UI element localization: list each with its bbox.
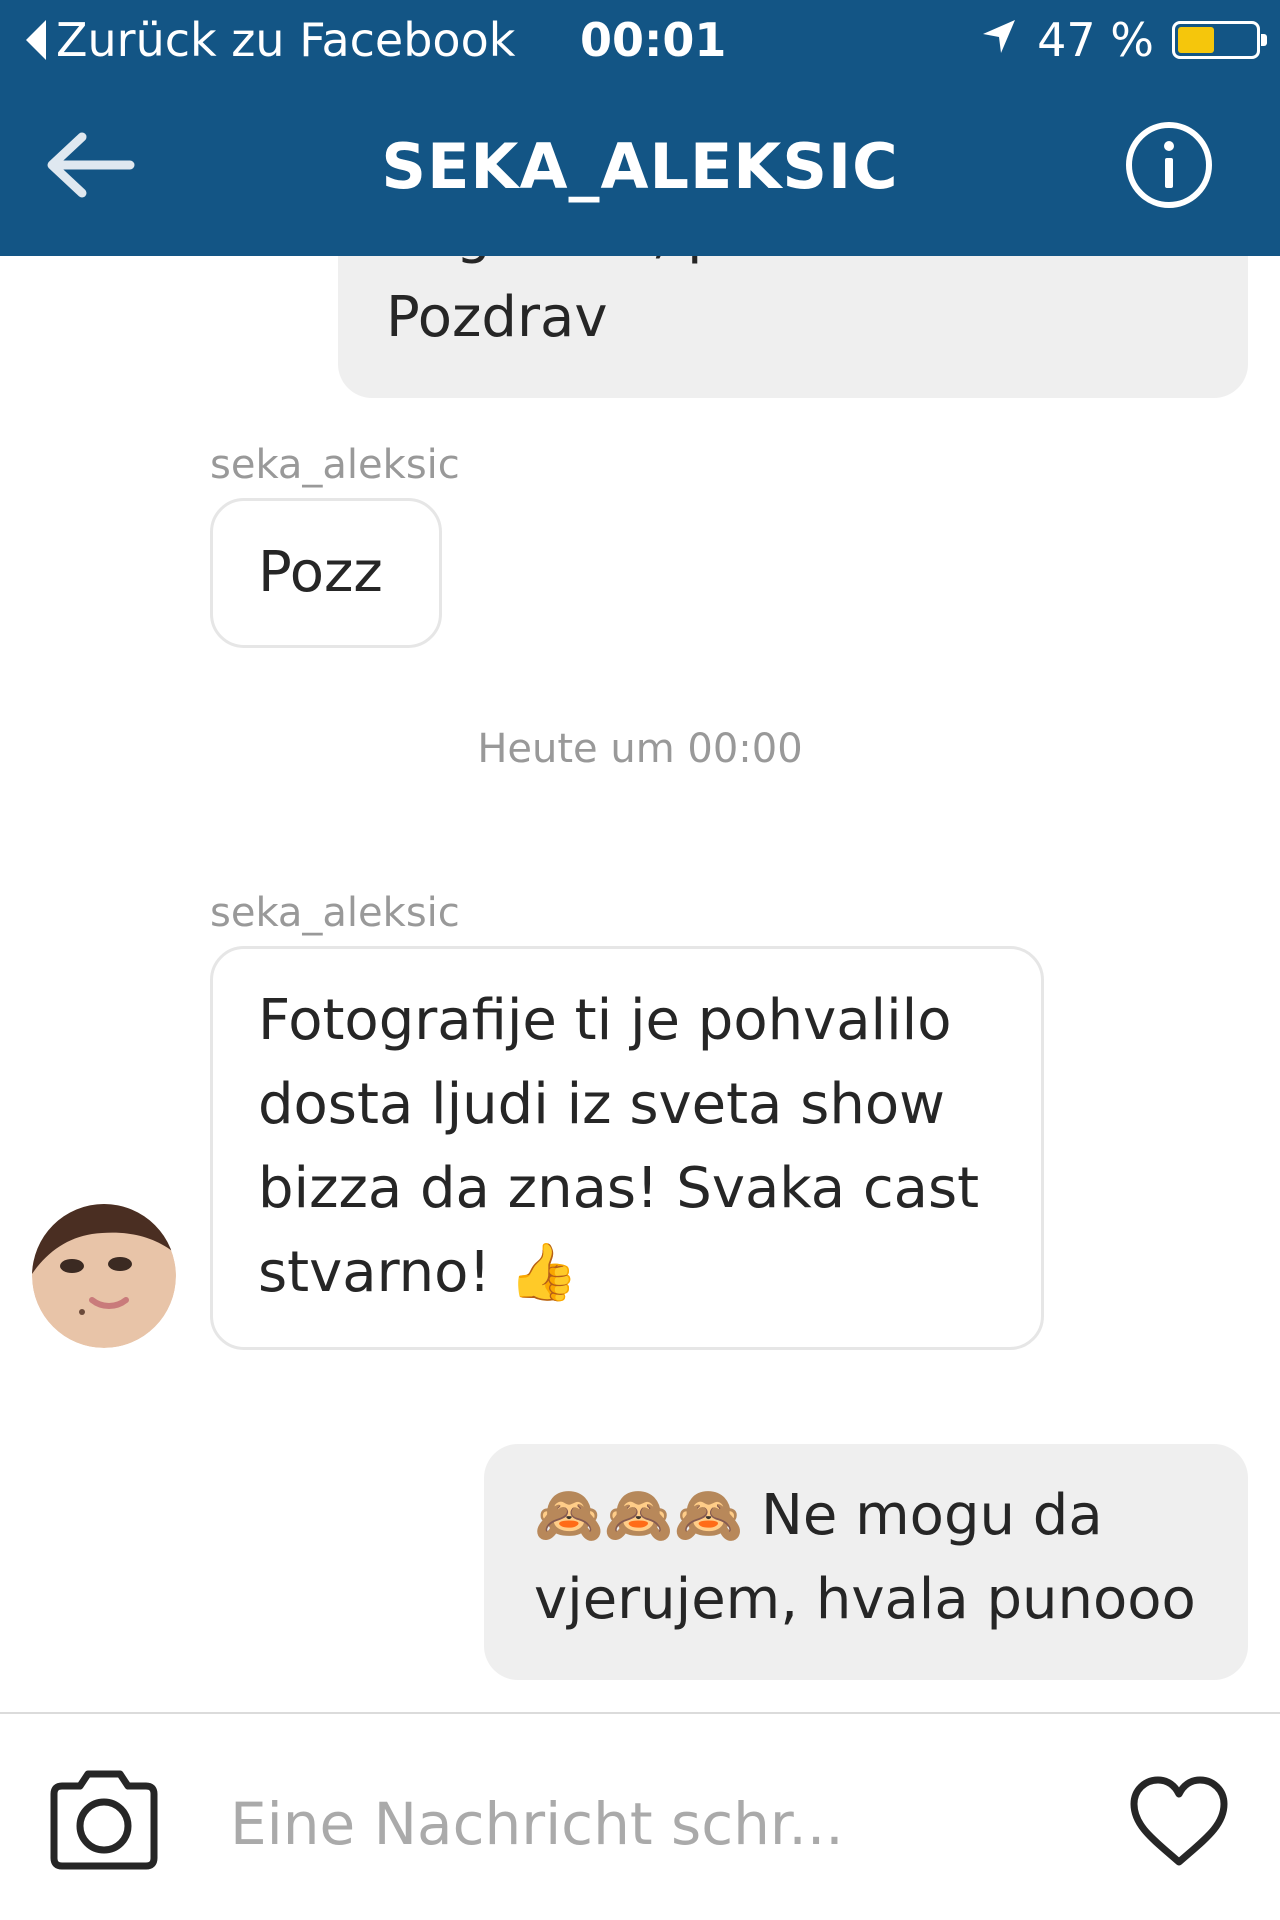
message-text: Pozz <box>258 540 383 605</box>
message-input[interactable] <box>230 1774 1050 1874</box>
battery-percentage: 47 % <box>1037 13 1154 67</box>
back-to-facebook-label: Zurück zu Facebook <box>56 13 516 67</box>
timestamp: Heute um 00:00 <box>477 726 803 772</box>
like-button[interactable] <box>1124 1766 1234 1876</box>
sender-name: seka_aleksic <box>210 442 460 488</box>
battery-level <box>1178 27 1214 53</box>
sender-name: seka_aleksic <box>210 890 460 936</box>
conversation-title[interactable]: SEKA_ALEKSIC <box>0 130 1280 203</box>
heart-icon <box>1130 1776 1228 1866</box>
outgoing-message[interactable]: 🙈🙈🙈 Ne mogu da vjerujem, hvala punooo <box>484 1444 1248 1680</box>
info-button[interactable] <box>1124 120 1214 210</box>
message-text: dogovoru, prenosim odmah! Pozdrav <box>386 256 1182 350</box>
location-arrow-icon <box>979 13 1019 67</box>
avatar[interactable] <box>32 1204 176 1348</box>
message-text: 🙈🙈🙈 Ne mogu da vjerujem, hvala punooo <box>534 1483 1196 1632</box>
status-bar: Zurück zu Facebook 00:01 47 % <box>0 0 1280 80</box>
message-text: Fotografije ti je pohvalilo dosta ljudi … <box>258 988 980 1305</box>
header: Zurück zu Facebook 00:01 47 % SEKA_ALEKS… <box>0 0 1280 256</box>
incoming-message[interactable]: Fotografije ti je pohvalilo dosta ljudi … <box>210 946 1044 1350</box>
camera-button[interactable] <box>44 1766 164 1876</box>
message-composer <box>0 1712 1280 1920</box>
message-thread[interactable]: dogovoru, prenosim odmah! Pozdrav seka_a… <box>0 256 1280 1712</box>
info-icon <box>1126 122 1212 208</box>
camera-icon <box>50 1770 158 1870</box>
nav-bar: SEKA_ALEKSIC <box>0 80 1280 256</box>
battery-icon <box>1172 21 1267 59</box>
back-triangle-icon <box>24 18 48 62</box>
status-indicators: 47 % <box>979 12 1267 68</box>
status-time: 00:01 <box>580 13 727 67</box>
incoming-message[interactable]: Pozz <box>210 498 442 648</box>
outgoing-message[interactable]: dogovoru, prenosim odmah! Pozdrav <box>338 256 1248 398</box>
back-to-facebook-link[interactable]: Zurück zu Facebook <box>24 12 515 68</box>
